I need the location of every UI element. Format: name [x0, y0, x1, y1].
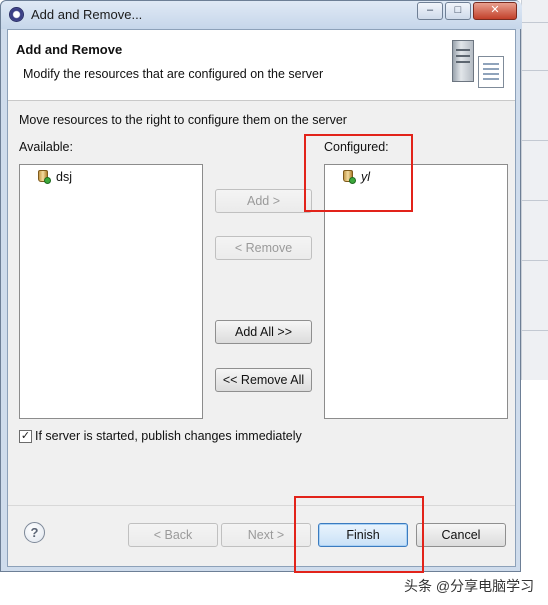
cancel-button[interactable]: Cancel [416, 523, 506, 547]
background-window-strip [521, 0, 548, 380]
header-title: Add and Remove [16, 42, 123, 57]
remove-all-button[interactable]: << Remove All [215, 368, 312, 392]
list-item-label: yl [361, 170, 371, 184]
configured-label: Configured: [324, 140, 389, 154]
web-project-icon [343, 170, 356, 184]
dialog-header: Add and Remove Modify the resources that… [8, 30, 515, 101]
help-icon[interactable]: ? [24, 522, 45, 543]
minimize-button[interactable]: – [417, 2, 443, 20]
add-remove-dialog: Add and Remove... – □ ✕ Add and Remove M… [0, 0, 522, 572]
dialog-body: Add and Remove Modify the resources that… [7, 29, 516, 567]
header-description: Modify the resources that are configured… [23, 67, 324, 81]
button-bar-separator [8, 505, 515, 506]
next-button[interactable]: Next > [221, 523, 311, 547]
maximize-button[interactable]: □ [445, 2, 471, 20]
remove-button[interactable]: < Remove [215, 236, 312, 260]
back-button[interactable]: < Back [128, 523, 218, 547]
eclipse-app-icon [9, 7, 24, 22]
window-title: Add and Remove... [31, 7, 143, 22]
finish-button[interactable]: Finish [318, 523, 408, 547]
configured-list[interactable]: yl [324, 164, 508, 419]
instructions-text: Move resources to the right to configure… [19, 113, 347, 127]
web-project-icon [38, 170, 51, 184]
publish-checkbox[interactable]: ✓ [19, 430, 32, 443]
publish-checkbox-label: If server is started, publish changes im… [35, 429, 302, 443]
add-all-button[interactable]: Add All >> [215, 320, 312, 344]
available-list[interactable]: dsj [19, 164, 203, 419]
close-button[interactable]: ✕ [473, 2, 517, 20]
title-bar[interactable]: Add and Remove... – □ ✕ [1, 1, 522, 29]
add-button[interactable]: Add > [215, 189, 312, 213]
list-item-label: dsj [56, 170, 72, 184]
server-banner-icon [450, 38, 508, 92]
available-label: Available: [19, 140, 73, 154]
watermark-text: 头条 @分享电脑学习 [404, 578, 535, 594]
